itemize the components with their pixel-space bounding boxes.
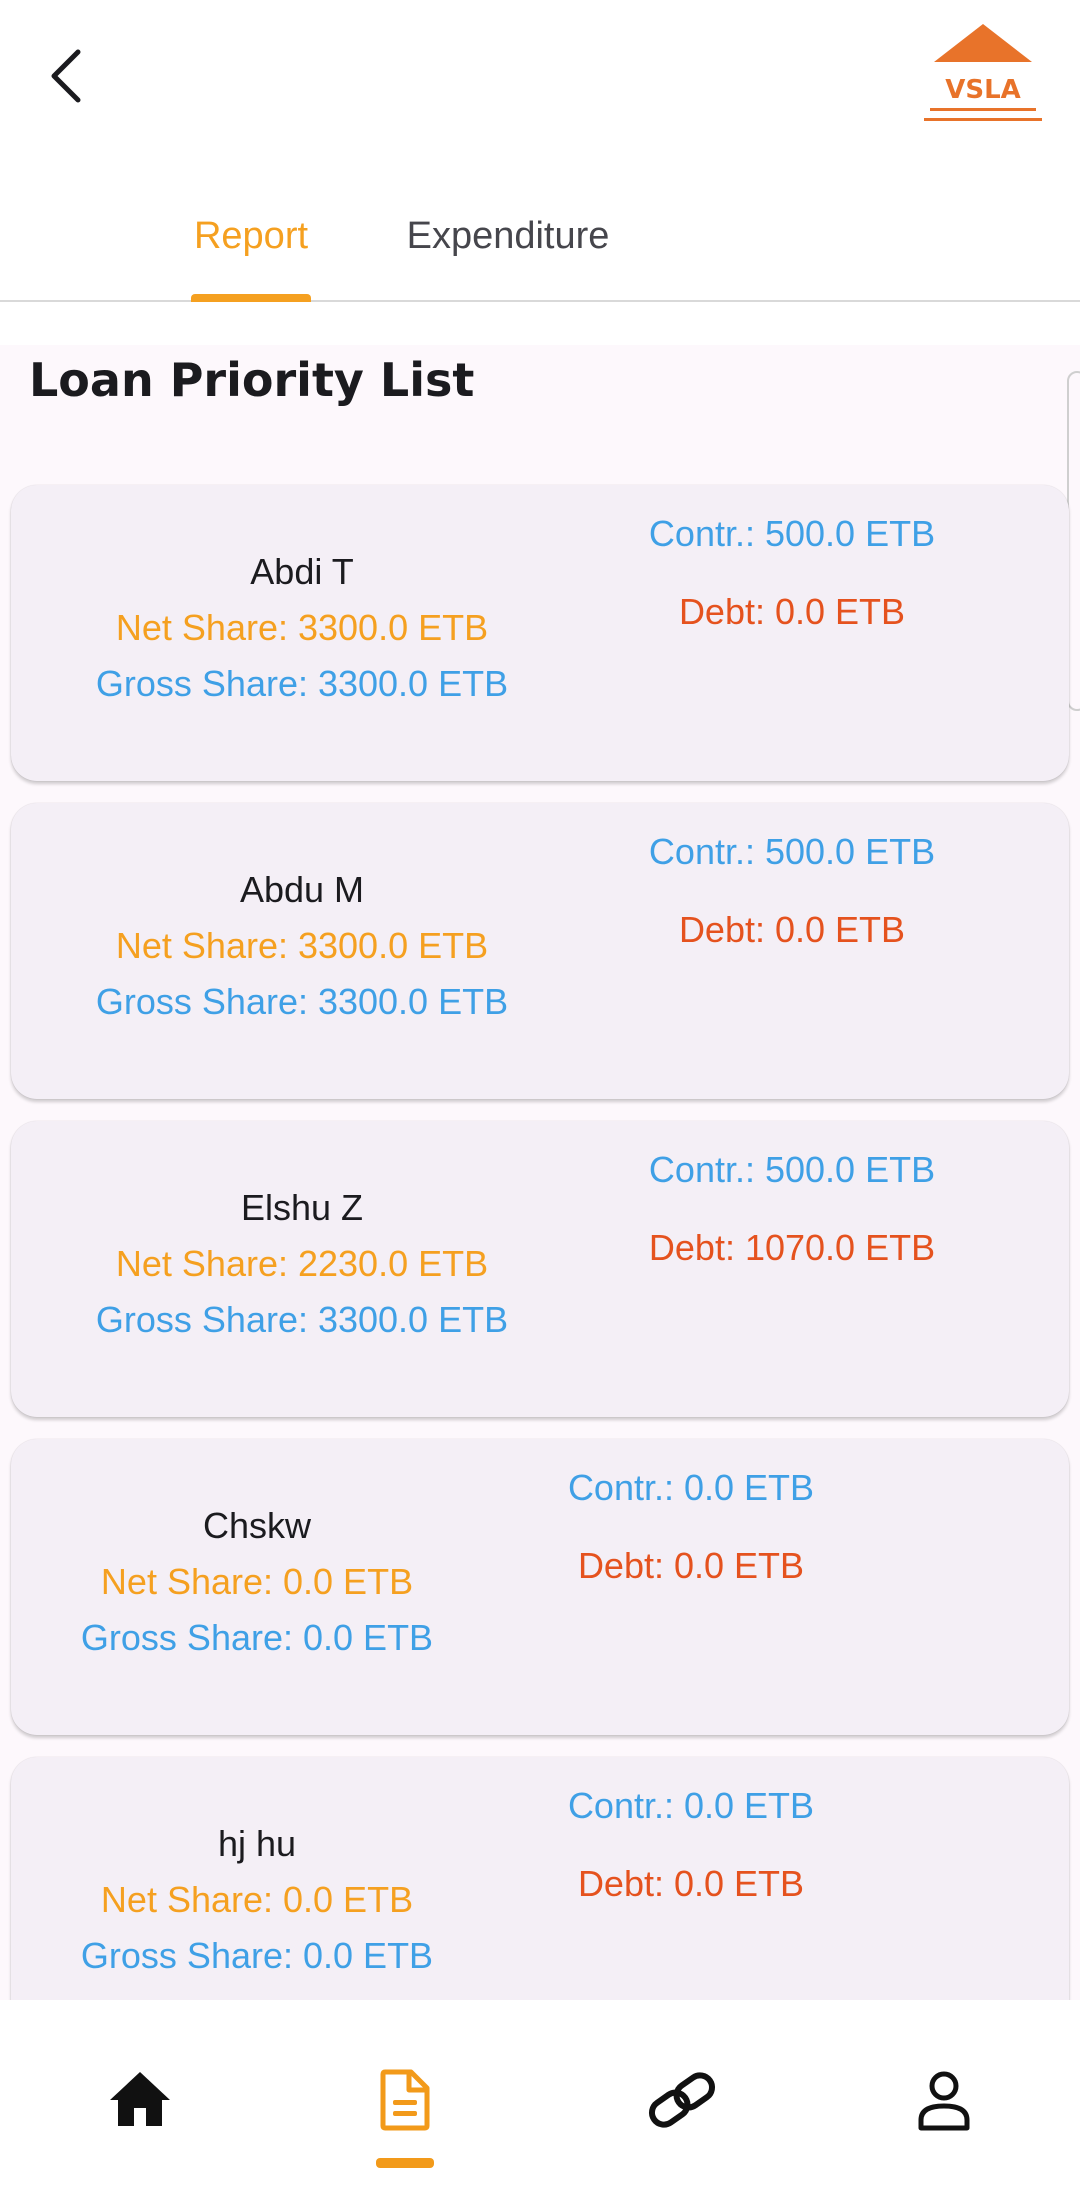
net-share: Net Share: 0.0 ETB xyxy=(100,1879,414,1920)
member-card[interactable]: hj hu Net Share: 0.0 ETB Gross Share: 0.… xyxy=(11,1757,1069,2000)
member-name: Abdi T xyxy=(250,551,354,592)
app-root: VSLA Report Expenditure Loan Priority Li… xyxy=(0,0,1080,2191)
nav-link[interactable] xyxy=(622,2060,742,2140)
active-tab-indicator xyxy=(191,294,311,302)
document-icon xyxy=(380,2069,430,2131)
member-name: Chskw xyxy=(202,1505,312,1546)
contribution: Contr.: 500.0 ETB xyxy=(648,831,936,872)
net-share: Net Share: 2230.0 ETB xyxy=(115,1243,489,1284)
contribution: Contr.: 500.0 ETB xyxy=(648,1149,936,1190)
member-name: Abdu M xyxy=(239,869,365,910)
debt: Debt: 0.0 ETB xyxy=(678,591,906,632)
member-card[interactable]: Elshu Z Net Share: 2230.0 ETB Gross Shar… xyxy=(11,1121,1069,1417)
contribution: Contr.: 0.0 ETB xyxy=(567,1785,815,1826)
home-icon xyxy=(110,2072,170,2126)
chevron-left-icon xyxy=(51,49,81,103)
bottom-navigation xyxy=(0,2000,1080,2191)
back-button[interactable] xyxy=(36,36,96,116)
tab-report[interactable]: Report xyxy=(190,170,312,302)
gross-share: Gross Share: 3300.0 ETB xyxy=(95,981,509,1022)
nav-profile[interactable] xyxy=(884,2060,1004,2140)
net-share: Net Share: 0.0 ETB xyxy=(100,1561,414,1602)
contribution: Contr.: 500.0 ETB xyxy=(648,513,936,554)
member-card[interactable]: Abdi T Net Share: 3300.0 ETB Gross Share… xyxy=(11,485,1069,781)
debt: Debt: 0.0 ETB xyxy=(577,1863,805,1904)
gross-share: Gross Share: 3300.0 ETB xyxy=(95,1299,509,1340)
gross-share: Gross Share: 0.0 ETB xyxy=(80,1617,434,1658)
vsla-logo: VSLA xyxy=(922,22,1044,132)
net-share: Net Share: 3300.0 ETB xyxy=(115,925,489,966)
tab-expenditure[interactable]: Expenditure xyxy=(400,170,616,302)
report-content[interactable]: Loan Priority List Abdi T Net Share: 330… xyxy=(0,345,1080,2000)
gross-share: Gross Share: 3300.0 ETB xyxy=(95,663,509,704)
member-card[interactable]: Abdu M Net Share: 3300.0 ETB Gross Share… xyxy=(11,803,1069,1099)
tab-bar: Report Expenditure xyxy=(0,170,1080,302)
debt: Debt: 1070.0 ETB xyxy=(648,1227,936,1268)
page-title: Loan Priority List xyxy=(29,353,475,407)
person-icon xyxy=(918,2071,970,2131)
nav-home[interactable] xyxy=(80,2060,200,2140)
gross-share: Gross Share: 0.0 ETB xyxy=(80,1935,434,1976)
member-name: hj hu xyxy=(217,1823,297,1864)
net-share: Net Share: 3300.0 ETB xyxy=(115,607,489,648)
debt: Debt: 0.0 ETB xyxy=(577,1545,805,1586)
member-card[interactable]: Chskw Net Share: 0.0 ETB Gross Share: 0.… xyxy=(11,1439,1069,1735)
member-name: Elshu Z xyxy=(240,1187,364,1228)
active-nav-indicator xyxy=(376,2158,434,2168)
link-icon xyxy=(648,2072,716,2128)
app-bar: VSLA xyxy=(0,0,1080,170)
contribution: Contr.: 0.0 ETB xyxy=(567,1467,815,1508)
svg-text:VSLA: VSLA xyxy=(945,75,1021,105)
nav-report[interactable] xyxy=(345,2060,465,2140)
debt: Debt: 0.0 ETB xyxy=(678,909,906,950)
